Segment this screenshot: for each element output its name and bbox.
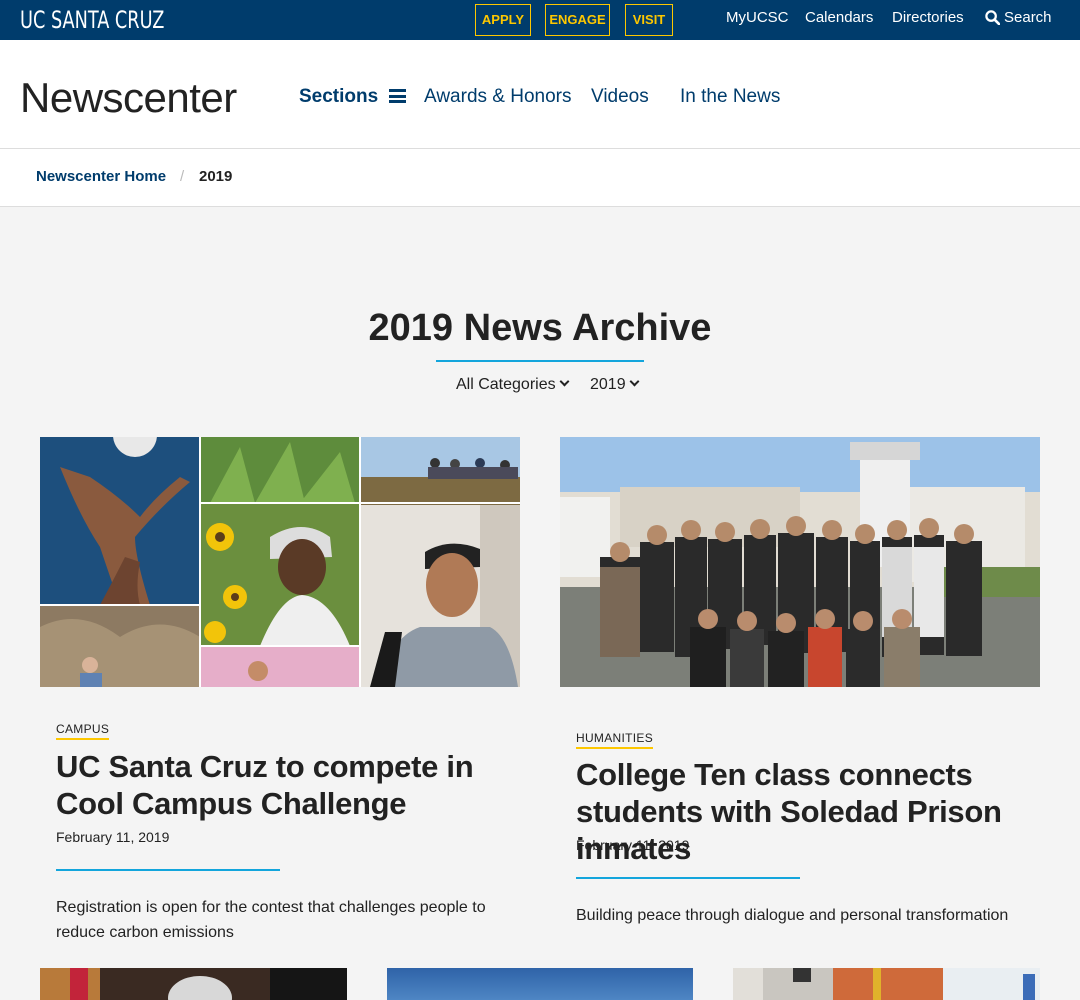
article-thumbnail[interactable]: [733, 968, 1040, 1000]
nav-videos[interactable]: Videos: [591, 86, 649, 108]
search-icon: [985, 10, 1001, 26]
top-bar: UC SANTA CRUZ APPLY ENGAGE VISIT MyUCSC …: [0, 0, 1080, 40]
article-title-link[interactable]: UC Santa Cruz to compete in Cool Campus …: [56, 748, 516, 822]
site-title[interactable]: Newscenter: [20, 74, 237, 122]
breadcrumb: Newscenter Home / 2019: [0, 149, 1080, 207]
visit-button[interactable]: VISIT: [625, 4, 673, 36]
ucsc-logo[interactable]: UC SANTA CRUZ: [20, 6, 164, 34]
year-filter-dropdown[interactable]: 2019: [590, 375, 640, 395]
article-date: February 11, 2019: [56, 829, 170, 845]
article-divider: [56, 869, 280, 871]
site-header: Newscenter Sections Awards & Honors Vide…: [0, 40, 1080, 149]
breadcrumb-home-link[interactable]: Newscenter Home: [36, 168, 166, 185]
article-divider: [576, 877, 800, 879]
article-image-cool-campus[interactable]: [40, 437, 520, 687]
category-filter-label: All Categories: [456, 376, 556, 393]
nav-sections-label: Sections: [299, 86, 379, 107]
engage-button[interactable]: ENGAGE: [545, 4, 610, 36]
calendars-link[interactable]: Calendars: [805, 0, 873, 36]
nav-awards-honors[interactable]: Awards & Honors: [424, 86, 572, 108]
chevron-down-icon: [559, 376, 570, 387]
breadcrumb-separator: /: [180, 168, 185, 185]
hamburger-icon: [389, 89, 407, 103]
article-summary: Registration is open for the contest tha…: [56, 899, 486, 941]
article-thumbnail[interactable]: [387, 968, 693, 1000]
nav-in-the-news[interactable]: In the News: [680, 86, 780, 108]
breadcrumb-current: 2019: [199, 168, 233, 185]
article-category-badge[interactable]: CAMPUS: [56, 722, 110, 740]
myucsc-link[interactable]: MyUCSC: [726, 0, 789, 36]
apply-button[interactable]: APPLY: [475, 4, 531, 36]
year-filter-label: 2019: [590, 376, 626, 393]
nav-sections[interactable]: Sections: [299, 86, 407, 108]
search-button[interactable]: Search: [985, 0, 1052, 36]
directories-link[interactable]: Directories: [892, 0, 964, 36]
category-filter-dropdown[interactable]: All Categories: [456, 375, 570, 395]
article-date: February 11, 2019: [576, 837, 690, 853]
title-underline: [436, 360, 644, 362]
article-summary: Building peace through dialogue and pers…: [576, 907, 1009, 924]
article-image-soledad-prison[interactable]: [560, 437, 1040, 687]
page-title: 2019 News Archive: [368, 307, 712, 349]
article-thumbnail[interactable]: [40, 968, 347, 1000]
article-category-badge[interactable]: HUMANITIES: [576, 731, 654, 749]
search-label: Search: [1004, 9, 1052, 26]
chevron-down-icon: [629, 376, 640, 387]
